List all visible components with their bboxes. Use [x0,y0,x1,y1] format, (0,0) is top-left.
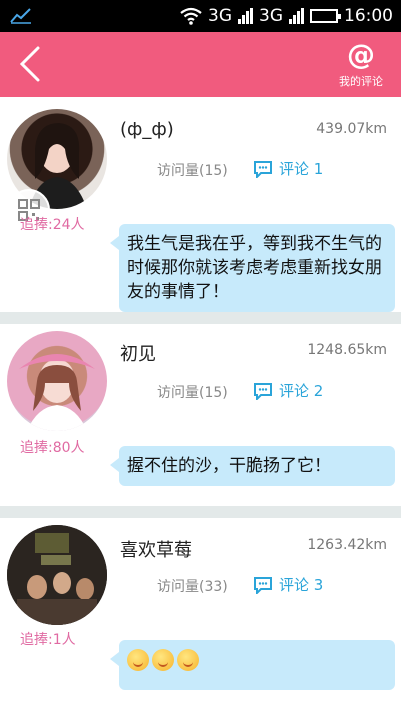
divider [0,506,401,518]
fans-count: 追捧:24人 [20,217,85,233]
visit-count: 访问量(15) [157,385,228,401]
signal-icon [238,8,253,24]
user-name[interactable]: 初见 [120,340,156,366]
comment-label: 评论 1 [279,160,324,178]
message-text: 我生气是我在乎，等到我不生气的时候那你就该考虑考虑重新找女朋友的事情了！ [127,234,382,302]
list-item[interactable]: 追捧:80人 初见 1248.65km 访问量(15) 评论 2 握不住的沙，干… [0,324,401,506]
fans-count: 追捧:80人 [20,440,85,456]
wifi-icon [180,7,202,25]
message-bubble[interactable] [110,640,395,690]
avatar[interactable] [7,331,107,431]
list-item[interactable]: 追捧:24人 (ф_ф) 439.07km 访问量(15) 评论 1 我生气是我… [0,97,401,312]
app-header: @ 我的评论 [0,32,401,97]
network-type-2: 3G [259,6,283,26]
visit-count: 访问量(33) [157,579,228,595]
my-comments-button[interactable]: @ 我的评论 [335,40,387,89]
avatar[interactable] [7,525,107,625]
list-item[interactable]: 追捧:1人 喜欢草莓 1263.42km 访问量(33) 评论 3 [0,518,401,712]
comment-icon [254,576,272,594]
comment-label: 评论 3 [279,576,324,594]
avatar-photo [7,525,107,625]
message-text: 握不住的沙，干脆扬了它！ [127,456,331,476]
sleepy-face-emoji-icon [127,649,149,671]
user-name[interactable]: 喜欢草莓 [120,536,192,562]
sleepy-face-emoji-icon [177,649,199,671]
message-bubble[interactable]: 我生气是我在乎，等到我不生气的时候那你就该考虑考虑重新找女朋友的事情了！ [110,224,395,312]
comment-icon [254,382,272,400]
comment-button[interactable]: 评论 2 [253,380,323,401]
distance: 1248.65km [307,342,387,358]
chevron-left-icon [19,46,40,82]
status-time: 16:00 [344,6,393,26]
back-button[interactable] [14,44,48,84]
comment-icon [254,160,272,178]
battery-icon [310,9,341,23]
visit-count: 访问量(15) [157,163,228,179]
comment-button[interactable]: 评论 3 [253,574,323,595]
comment-button[interactable]: 评论 1 [253,158,323,179]
network-type-1: 3G [208,6,232,26]
message-bubble[interactable]: 握不住的沙，干脆扬了它！ [110,446,395,486]
fans-count: 追捧:1人 [20,632,76,648]
divider [0,312,401,324]
signal-icon [289,8,304,24]
distance: 1263.42km [307,537,387,553]
at-icon: @ [347,38,375,71]
comment-label: 评论 2 [279,382,324,400]
trend-chart-icon [10,8,31,24]
avatar-photo [19,354,95,431]
distance: 439.07km [316,121,387,137]
my-comments-label: 我的评论 [339,75,383,88]
user-name[interactable]: (ф_ф) [120,119,174,140]
status-bar: 3G 3G 16:00 [0,0,401,32]
sleepy-face-emoji-icon [152,649,174,671]
